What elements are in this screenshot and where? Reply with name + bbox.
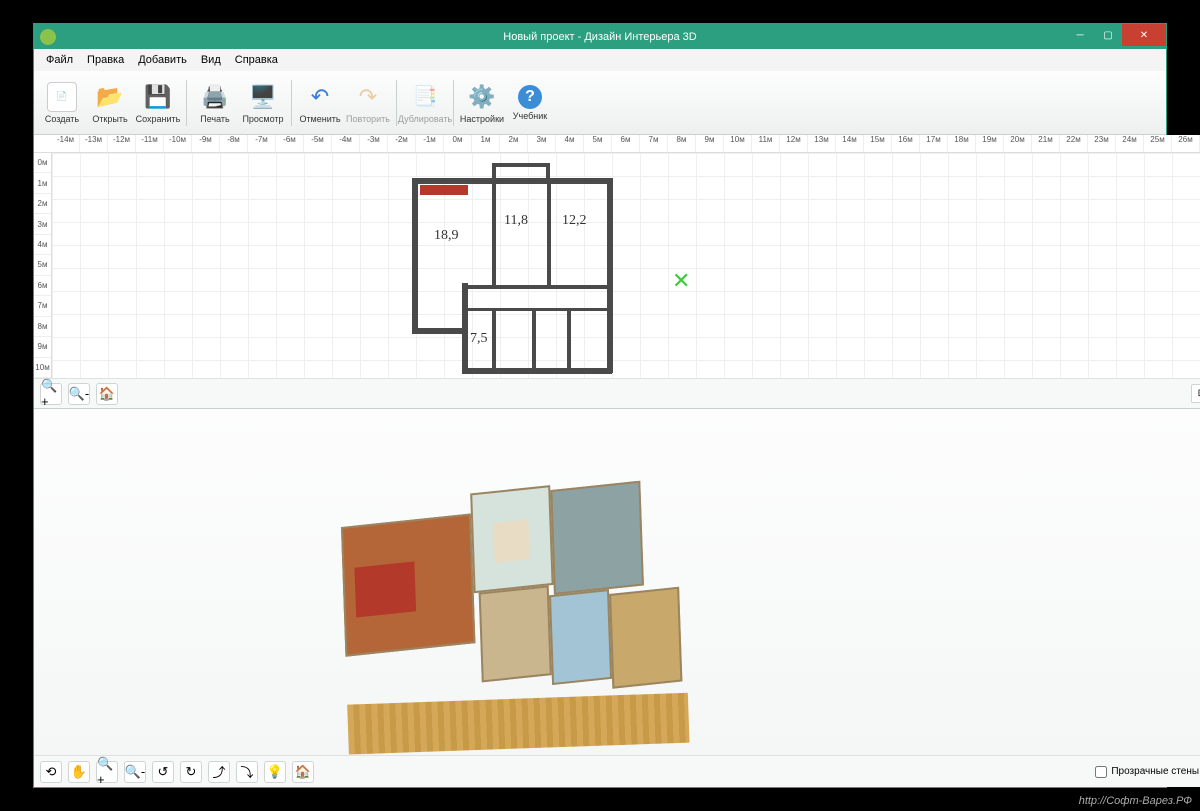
orbit-button[interactable]: ⟲ [40, 761, 62, 783]
transparent-walls-checkbox[interactable]: Прозрачные стены [1095, 766, 1199, 778]
view-3d[interactable]: ⟲ ✋ 🔍+ 🔍- ↺ ↻ ⤴ ⤵ 💡 🏠 Пр [34, 409, 1200, 787]
duplicate-button[interactable]: 📑Дублировать [401, 82, 449, 124]
maximize-button[interactable]: ▢ [1094, 24, 1122, 46]
open-button[interactable]: 📂Открыть [86, 82, 134, 124]
settings-button[interactable]: ⚙️Настройки [458, 82, 506, 124]
print-button[interactable]: 🖨️Печать [191, 82, 239, 124]
rotate-right-button[interactable]: ↻ [180, 761, 202, 783]
tilt-down-button[interactable]: ⤵ [236, 761, 258, 783]
zoom-out-3d-button[interactable]: 🔍- [124, 761, 146, 783]
toolbar: 📄Создать 📂Открыть 💾Сохранить 🖨️Печать 🖥️… [34, 71, 1166, 135]
window-controls: ─ ▢ ✕ [1066, 24, 1166, 49]
room-label-2: 11,8 [504, 213, 528, 229]
tutorial-button[interactable]: ?Учебник [506, 85, 554, 121]
titlebar[interactable]: Новый проект - Дизайн Интерьера 3D ─ ▢ ✕ [34, 24, 1166, 49]
room-label-1: 18,9 [434, 228, 459, 244]
rotate-left-button[interactable]: ↺ [152, 761, 174, 783]
minimize-button[interactable]: ─ [1066, 24, 1094, 46]
canvas-column: -14м-13м-12м-11м-10м-9м-8м-7м-6м-5м-4м-3… [34, 135, 1200, 787]
menu-help[interactable]: Справка [229, 52, 284, 68]
bottombar-3d: ⟲ ✋ 🔍+ 🔍- ↺ ↻ ⤴ ⤵ 💡 🏠 Пр [34, 755, 1200, 787]
room-label-4: 7,5 [470, 331, 488, 347]
menu-view[interactable]: Вид [195, 52, 227, 68]
ruler-vertical: 0м1м2м3м4м5м6м7м8м9м10м [34, 153, 52, 378]
home-3d-button[interactable]: 🏠 [292, 761, 314, 783]
preview-button[interactable]: 🖥️Просмотр [239, 82, 287, 124]
menu-file[interactable]: Файл [40, 52, 79, 68]
menu-edit[interactable]: Правка [81, 52, 130, 68]
zoom-in-3d-button[interactable]: 🔍+ [96, 761, 118, 783]
center-marker-icon: ✕ [672, 268, 690, 294]
grid-canvas[interactable]: 18,9 11,8 12,2 7,5 ✕ [52, 153, 1200, 378]
home-button[interactable]: 🏠 [96, 383, 118, 405]
app-window: Новый проект - Дизайн Интерьера 3D ─ ▢ ✕… [33, 23, 1167, 788]
menubar: Файл Правка Добавить Вид Справка [34, 49, 1166, 71]
zoom-in-button[interactable]: 🔍+ [40, 383, 62, 405]
show-dimensions-toggle[interactable]: ⊞ Показывать все размеры [1191, 384, 1200, 403]
house-3d-model[interactable] [324, 429, 704, 729]
ruler-horizontal: -14м-13м-12м-11м-10м-9м-8м-7м-6м-5м-4м-3… [34, 135, 1200, 153]
content: -14м-13м-12м-11м-10м-9м-8м-7м-6м-5м-4м-3… [34, 135, 1166, 787]
close-button[interactable]: ✕ [1122, 24, 1166, 46]
window-title: Новый проект - Дизайн Интерьера 3D [503, 31, 696, 43]
bottombar-2d: 🔍+ 🔍- 🏠 ⊞ Показывать все размеры [34, 378, 1200, 408]
menu-add[interactable]: Добавить [132, 52, 193, 68]
lighting-button[interactable]: 💡 [264, 761, 286, 783]
floorplan-2d[interactable]: 18,9 11,8 12,2 7,5 [412, 163, 622, 373]
tilt-up-button[interactable]: ⤴ [208, 761, 230, 783]
room-label-3: 12,2 [562, 213, 587, 229]
redo-button[interactable]: ↷Повторить [344, 82, 392, 124]
app-icon [40, 29, 56, 45]
watermark: http://Софт-Варез.РФ [1079, 795, 1192, 807]
create-button[interactable]: 📄Создать [38, 82, 86, 124]
undo-button[interactable]: ↶Отменить [296, 82, 344, 124]
view-2d[interactable]: -14м-13м-12м-11м-10м-9м-8м-7м-6м-5м-4м-3… [34, 135, 1200, 409]
pan-button[interactable]: ✋ [68, 761, 90, 783]
zoom-out-button[interactable]: 🔍- [68, 383, 90, 405]
save-button[interactable]: 💾Сохранить [134, 82, 182, 124]
